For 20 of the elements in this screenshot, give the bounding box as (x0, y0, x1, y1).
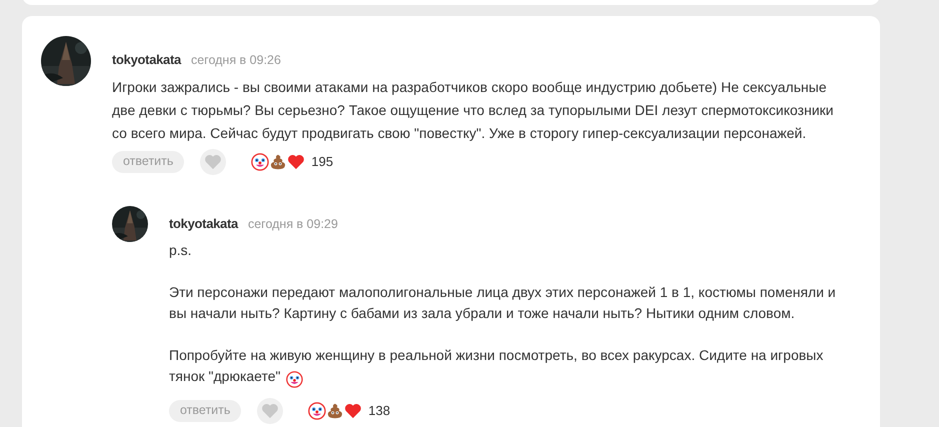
comment-time: сегодня в 09:29 (248, 216, 338, 233)
comment-text: Эти персонажи передают малополигональные лица двух этих персонажей 1 в 1, костюмы поменяли и вы начали ныть? Картину с бабами из зала убрали и тоже начали ныть? Нытики одним словом. (169, 282, 837, 323)
clown-icon (308, 402, 326, 420)
reaction-count: 138 (368, 402, 390, 420)
comment-text: Попробуйте на живую женщину в реальной жизни посмотреть, во всех ракурсах. Сидите на игровых тянок "дрюкаете" (169, 344, 844, 390)
author-name[interactable]: tokyotakata (169, 214, 238, 234)
comment-text: Игроки зажрались - вы своими атаками на разработчиков скоро вообще индустрию добьете) Не сексуальные две девки с тюрьмы? Вы серьезно? Такое ощущение что вслед за тупорылыми DEI лезут спермотоксикозники со всего мира. Сейчас будут продвигать свою "повестку". Уже в сторогу гипер-сексуализации персонажей. (112, 78, 834, 143)
poo-icon (326, 402, 344, 420)
author-name[interactable]: tokyotakata (112, 50, 181, 70)
heart-icon (287, 154, 306, 170)
clown-icon (251, 152, 270, 171)
like-button[interactable] (200, 148, 226, 175)
like-button[interactable] (257, 398, 284, 424)
reaction-count: 195 (311, 153, 334, 171)
heart-icon (344, 402, 362, 418)
comment-text: p.s. (169, 240, 193, 260)
poo-icon (269, 152, 288, 171)
comment-time: сегодня в 09:26 (190, 52, 281, 69)
heart-icon (261, 402, 280, 418)
heart-icon (204, 154, 222, 170)
